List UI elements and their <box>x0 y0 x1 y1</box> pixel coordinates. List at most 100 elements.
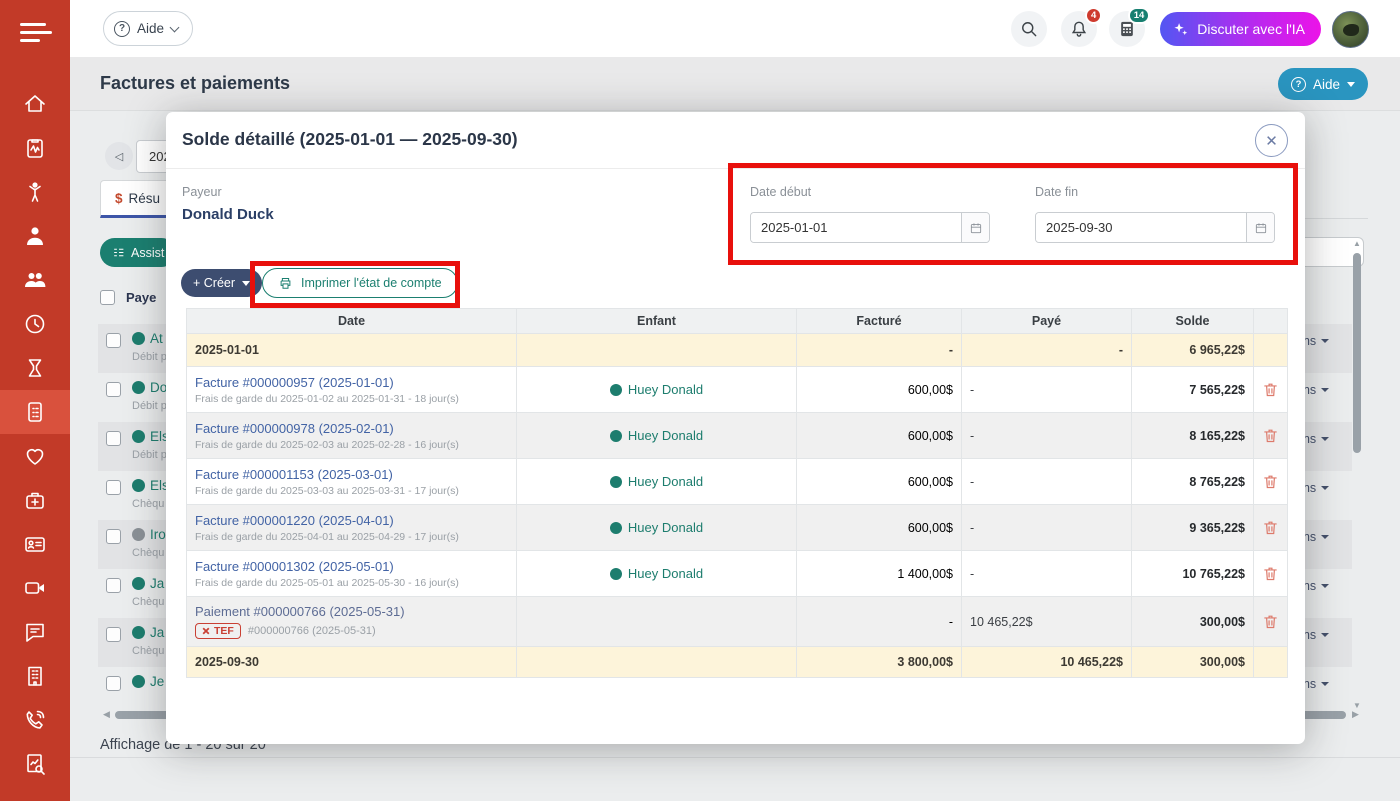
previous-year-button[interactable]: ◁ <box>105 142 133 170</box>
hourglass-icon <box>23 356 47 380</box>
chat-ai-button[interactable]: Discuter avec l'IA <box>1160 12 1321 46</box>
child-link[interactable]: Huey Donald <box>628 520 703 535</box>
page-help-button[interactable]: ? Aide <box>1278 68 1368 100</box>
row-checkbox[interactable] <box>106 333 121 348</box>
sidebar-item-health[interactable] <box>0 434 70 478</box>
topbar: ? Aide 4 14 Discuter avec l'IA <box>70 0 1400 57</box>
page-title: Factures et paiements <box>100 73 290 94</box>
search-button[interactable] <box>1011 11 1047 47</box>
column-header: Date <box>186 309 516 333</box>
child-icon <box>23 180 47 204</box>
status-dot <box>132 675 145 688</box>
calendar-picker-button[interactable] <box>1246 213 1274 242</box>
caret-down-icon <box>242 281 250 286</box>
row-checkbox[interactable] <box>106 431 121 446</box>
tab-resume-label: Résu <box>129 191 161 206</box>
vertical-scrollbar[interactable]: ▲ ▼ <box>1352 239 1362 711</box>
clock-icon <box>23 312 47 336</box>
status-dot <box>132 577 145 590</box>
payment-link[interactable]: Paiement #000000766 (2025-05-31) <box>195 604 508 619</box>
invoice-link[interactable]: Facture #000000957 (2025-01-01) <box>195 375 508 390</box>
delete-button[interactable] <box>1262 519 1279 536</box>
balance-modal: Solde détaillé (2025-01-01 — 2025-09-30)… <box>166 112 1305 744</box>
invoice-link[interactable]: Facture #000001153 (2025-03-01) <box>195 467 508 482</box>
child-dot <box>610 522 622 534</box>
sidebar-item-home[interactable] <box>0 82 70 126</box>
chevron-down-icon <box>170 22 180 32</box>
scroll-right-icon: ▶ <box>1352 709 1359 720</box>
delete-button[interactable] <box>1262 381 1279 398</box>
date-start-input[interactable] <box>751 213 961 242</box>
table-row: 2025-01-01 - - 6 965,22$ <box>186 333 1288 366</box>
sidebar-item-families[interactable] <box>0 258 70 302</box>
heart-icon <box>23 444 47 468</box>
sidebar-item-billing[interactable] <box>0 390 70 434</box>
select-all-checkbox[interactable] <box>100 290 115 305</box>
trash-icon <box>1262 427 1279 444</box>
caret-down-icon <box>1321 682 1329 686</box>
caret-down-icon <box>1321 486 1329 490</box>
calendar-icon <box>969 221 983 235</box>
child-link[interactable]: Huey Donald <box>628 474 703 489</box>
column-header: Solde <box>1131 309 1253 333</box>
create-button[interactable]: + Créer <box>181 269 262 297</box>
child-link[interactable]: Huey Donald <box>628 428 703 443</box>
delete-button[interactable] <box>1262 565 1279 582</box>
calendar-icon <box>1254 221 1268 235</box>
table-row: Paiement #000000766 (2025-05-31) TEF #00… <box>186 596 1288 646</box>
child-link[interactable]: Huey Donald <box>628 382 703 397</box>
close-button[interactable]: ✕ <box>1255 124 1288 157</box>
people-icon <box>23 268 47 292</box>
date-end-input[interactable] <box>1036 213 1246 242</box>
row-checkbox[interactable] <box>106 480 121 495</box>
print-label: Imprimer l'état de compte <box>301 276 442 290</box>
calendar-picker-button[interactable] <box>961 213 989 242</box>
row-checkbox[interactable] <box>106 529 121 544</box>
modal-title: Solde détaillé (2025-01-01 — 2025-09-30) <box>182 129 518 150</box>
sidebar-item-messages[interactable] <box>0 610 70 654</box>
avatar[interactable] <box>1332 11 1369 48</box>
delete-button[interactable] <box>1262 473 1279 490</box>
sidebar-item-activity[interactable] <box>0 126 70 170</box>
trash-icon <box>1262 473 1279 490</box>
sidebar-item-id-card[interactable] <box>0 522 70 566</box>
assistant-button[interactable]: Assist <box>100 238 176 267</box>
notifications-button[interactable]: 4 <box>1061 11 1097 47</box>
chat-icon <box>23 620 47 644</box>
date-end-label: Date fin <box>1035 185 1275 199</box>
row-checkbox[interactable] <box>106 627 121 642</box>
invoice-link[interactable]: Facture #000000978 (2025-02-01) <box>195 421 508 436</box>
child-dot <box>610 476 622 488</box>
menu-icon[interactable] <box>0 12 70 52</box>
scroll-up-icon: ▲ <box>1352 239 1362 249</box>
table-row: Facture #000000957 (2025-01-01)Frais de … <box>186 366 1288 412</box>
invoice-link[interactable]: Facture #000001302 (2025-05-01) <box>195 559 508 574</box>
balance-table: Date Enfant Facturé Payé Solde 2025-01-0… <box>186 308 1288 678</box>
delete-button[interactable] <box>1262 427 1279 444</box>
sidebar-item-video[interactable] <box>0 566 70 610</box>
sidebar-item-staff[interactable] <box>0 214 70 258</box>
status-dot <box>132 528 145 541</box>
column-header: Facturé <box>796 309 961 333</box>
sidebar-item-first-aid[interactable] <box>0 478 70 522</box>
id-card-icon <box>23 532 47 556</box>
invoice-link[interactable]: Facture #000001220 (2025-04-01) <box>195 513 508 528</box>
child-link[interactable]: Huey Donald <box>628 566 703 581</box>
sidebar-item-children[interactable] <box>0 170 70 214</box>
sidebar-item-reports[interactable] <box>0 742 70 786</box>
phone-icon <box>23 708 47 732</box>
print-statement-button[interactable]: Imprimer l'état de compte <box>262 268 458 298</box>
help-dropdown[interactable]: ? Aide <box>103 11 193 46</box>
calculator-button[interactable]: 14 <box>1109 11 1145 47</box>
sidebar-item-facility[interactable] <box>0 654 70 698</box>
row-checkbox[interactable] <box>106 578 121 593</box>
row-checkbox[interactable] <box>106 382 121 397</box>
delete-button[interactable] <box>1262 613 1279 630</box>
date-start-group: Date début <box>750 185 990 243</box>
sidebar-item-schedule[interactable] <box>0 302 70 346</box>
row-checkbox[interactable] <box>106 676 121 691</box>
column-header: Enfant <box>516 309 796 333</box>
sidebar-item-waitlist[interactable] <box>0 346 70 390</box>
sidebar-item-calls[interactable] <box>0 698 70 742</box>
sparkle-icon <box>1172 21 1189 38</box>
